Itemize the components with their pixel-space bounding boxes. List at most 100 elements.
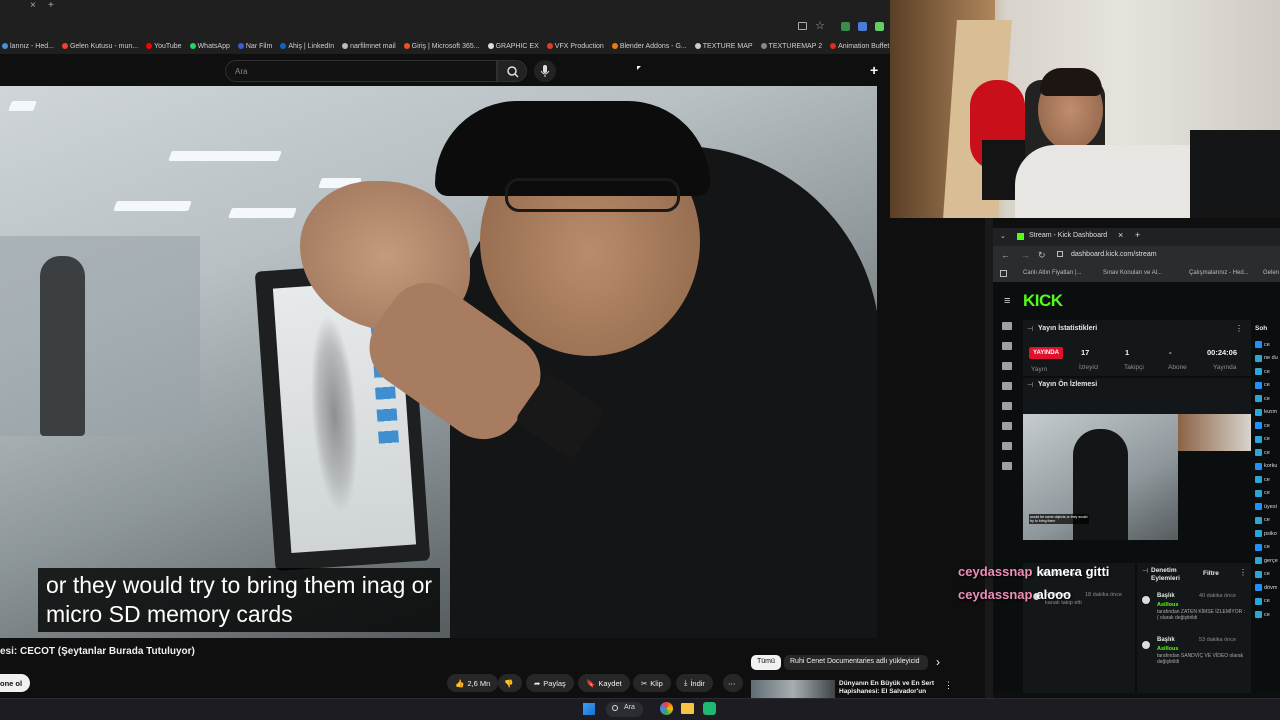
chat-message: lezım	[1255, 406, 1280, 420]
tab-close-icon[interactable]: ×	[1118, 230, 1123, 240]
chip-all[interactable]: Tümü	[751, 655, 781, 670]
apps-grid-icon[interactable]	[1000, 270, 1007, 277]
more-vert-icon[interactable]: ⋮	[944, 680, 953, 691]
bookmark-item[interactable]: Canlı Altın Fiyatları |...	[1023, 270, 1082, 276]
bookmark-label: VFX Production	[554, 42, 604, 50]
webcam-feed	[890, 0, 1280, 218]
bookmark-item[interactable]: larınız - Hed...	[2, 43, 54, 50]
search-input[interactable]: Ara	[225, 60, 497, 82]
subscriber-label: Abone	[1168, 364, 1187, 371]
trophy-icon[interactable]	[1001, 382, 1012, 390]
kick-url-input[interactable]: dashboard.kick.com/stream	[1071, 251, 1157, 258]
extension-icon[interactable]	[841, 22, 850, 31]
bookmark-item[interactable]: Animation Buffet Cr...	[830, 43, 890, 50]
extension-icon[interactable]	[858, 22, 867, 31]
bookmark-favicon-icon	[2, 43, 8, 49]
voice-search-button[interactable]	[534, 60, 556, 82]
chat-badge-icon	[1255, 422, 1262, 430]
site-info-icon[interactable]	[1057, 251, 1063, 257]
moderator-icon[interactable]	[1001, 462, 1012, 470]
download-label: İndir	[690, 678, 705, 688]
bookmark-item[interactable]: GRAPHIC EX	[487, 42, 539, 50]
overlay-chat-username: ceydassnap	[958, 587, 1033, 602]
bookmark-favicon-icon	[403, 43, 410, 49]
filter-button[interactable]: Filtre	[1203, 570, 1219, 577]
download-button[interactable]: ⤓ İndir	[676, 674, 713, 692]
share-button[interactable]: ➦ Paylaş	[526, 674, 574, 692]
search-button[interactable]	[497, 60, 527, 82]
bookmark-label: GRAPHIC EX	[495, 42, 539, 50]
bookmark-item[interactable]: Gelen Kutusu - mun...	[61, 43, 138, 50]
chat-badge-icon	[1255, 395, 1262, 403]
back-arrow-icon[interactable]: ←	[1001, 250, 1010, 260]
kick-logo[interactable]: KICK	[1023, 291, 1063, 311]
app-icon[interactable]	[703, 702, 716, 715]
chip-uploader[interactable]: Ruhi Cenet Documentaries adlı yükleyicid	[784, 655, 928, 670]
preview-caption: would be some objects or they would try …	[1029, 514, 1089, 524]
viewer-count: 17	[1081, 348, 1090, 357]
forward-arrow-icon[interactable]: →	[1021, 250, 1030, 260]
chat-icon[interactable]	[1001, 402, 1012, 410]
bookmark-item[interactable]: TEXTUREMAP 2	[760, 43, 822, 50]
kick-tab-strip: ⌄ Stream - Kick Dashboard × +	[993, 228, 1280, 246]
more-vert-icon[interactable]: ⋮	[1239, 568, 1247, 577]
bookmark-item[interactable]: Çalışmalarınız - Hed...	[1189, 270, 1249, 276]
kick-tab-label[interactable]: Stream - Kick Dashboard	[1029, 232, 1107, 239]
recommended-title-line: Dünyanın En Büyük ve En Sert	[839, 680, 934, 687]
link-icon[interactable]	[1001, 342, 1012, 350]
new-tab-button[interactable]: +	[48, 0, 54, 12]
bookmark-item[interactable]: TEXTURE MAP	[694, 43, 753, 50]
tab-close-icon[interactable]: ×	[30, 0, 36, 12]
user-icon	[1142, 641, 1150, 649]
browser-tab-strip: × +	[0, 0, 890, 14]
stream-preview-video[interactable]: would be some objects or they would try …	[1023, 414, 1251, 540]
save-button[interactable]: 🔖 Kaydet	[578, 674, 630, 692]
start-button[interactable]	[583, 703, 595, 715]
thumbs-up-icon: 👍	[455, 678, 465, 688]
bookmark-item[interactable]: Blender Addons - G...	[611, 43, 687, 50]
more-vert-icon[interactable]: ⋮	[1235, 324, 1243, 333]
bookmark-item[interactable]: Sınav Konuları ve Al...	[1103, 270, 1162, 276]
mod-action-time: 53 dakika önce	[1199, 637, 1236, 643]
file-explorer-icon[interactable]	[681, 703, 694, 714]
subscribe-button[interactable]: one ol	[0, 674, 31, 692]
bookmark-item[interactable]: Gelen	[1263, 270, 1279, 276]
tab-list-icon[interactable]: ⌄	[1000, 232, 1006, 240]
bookmark-item[interactable]: Ahiş | LinkedIn	[280, 43, 334, 50]
bookmark-favicon-icon	[546, 43, 553, 49]
overlay-chat-username: ceydassnap	[958, 564, 1033, 579]
new-tab-button[interactable]: +	[1135, 230, 1140, 240]
bookmark-item[interactable]: narfilmnet mail	[342, 43, 396, 50]
create-button[interactable]: +	[870, 62, 878, 78]
cast-icon[interactable]	[798, 22, 807, 30]
bookmark-item[interactable]: Nar Film	[237, 43, 272, 50]
clip-button[interactable]: ✂ Klip	[633, 674, 671, 692]
bookmark-item[interactable]: Giriş | Microsoft 365...	[403, 43, 480, 50]
chevron-right-icon[interactable]: ›	[936, 655, 940, 669]
glasses	[505, 178, 680, 212]
extension-icon[interactable]	[875, 22, 884, 31]
analytics-icon[interactable]	[1001, 362, 1012, 370]
like-button[interactable]: 👍 2,6 Mn	[447, 674, 499, 692]
hamburger-menu-icon[interactable]: ≡	[1004, 295, 1010, 307]
bookmark-item[interactable]: VFX Production	[546, 42, 604, 50]
video-player[interactable]: or they would try to bring them inag or …	[0, 86, 877, 638]
reload-icon[interactable]: ↻	[1038, 250, 1046, 261]
users-icon[interactable]	[1001, 442, 1012, 450]
bookmark-item[interactable]: YouTube	[146, 43, 182, 50]
chat-message-text: ce	[1264, 341, 1270, 348]
bookmark-item[interactable]: WhatsApp	[189, 43, 230, 50]
bookmark-label: Ahiş | LinkedIn	[288, 42, 335, 50]
star-icon[interactable]: ☆	[815, 19, 825, 32]
more-actions-button[interactable]: ⋯	[723, 674, 743, 692]
mod-action-user[interactable]: AsilIous	[1157, 602, 1178, 608]
broadcast-icon[interactable]	[1001, 322, 1012, 330]
wrench-icon[interactable]	[1001, 422, 1012, 430]
recommended-title[interactable]: Dünyanın En Büyük ve En Sert Hapishanesi…	[839, 680, 934, 696]
chrome-icon[interactable]	[660, 702, 673, 715]
chat-badge-icon	[1255, 597, 1262, 605]
mod-action-user[interactable]: AsilIous	[1157, 646, 1178, 652]
chat-message-text: gerçe	[1264, 557, 1278, 564]
dislike-button[interactable]: 👎	[498, 674, 522, 692]
recommended-thumbnail[interactable]	[751, 680, 835, 698]
